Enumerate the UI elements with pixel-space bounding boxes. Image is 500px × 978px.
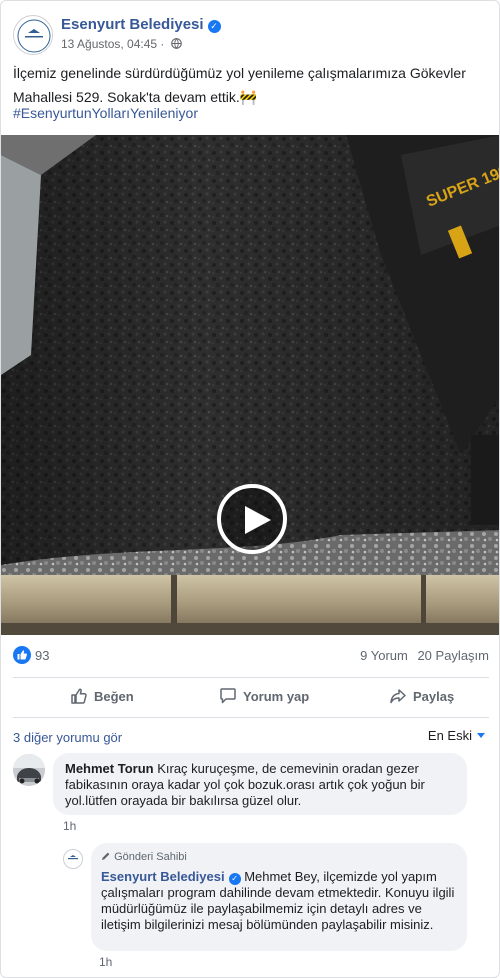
- reply-author[interactable]: Esenyurt Belediyesi: [101, 869, 225, 884]
- thumbs-up-icon: [71, 688, 87, 704]
- like-count[interactable]: 93: [35, 648, 49, 663]
- stats-right: 9 Yorum 20 Paylaşım: [354, 648, 489, 663]
- share-icon: [390, 689, 406, 704]
- like-reaction-icon: [13, 646, 31, 664]
- hashtag-link[interactable]: #EsenyurtunYollarıYenileniyor: [13, 105, 198, 121]
- pencil-icon: [102, 852, 110, 860]
- verified-badge-icon: ✓: [228, 873, 241, 885]
- post-header: Esenyurt Belediyesi ✓ 13 Ağustos, 04:45 ·: [13, 13, 483, 55]
- page-name-link[interactable]: Esenyurt Belediyesi ✓: [61, 16, 221, 33]
- reply-avatar[interactable]: [63, 849, 83, 869]
- reply-bubble: Gönderi Sahibi Esenyurt Belediyesi ✓ Mehm…: [91, 843, 467, 951]
- commenter-avatar[interactable]: [13, 754, 45, 786]
- comment-count[interactable]: 9 Yorum: [360, 648, 408, 663]
- comment-bubble: Mehmet Torun Kıraç kuruçeşme, de cemevin…: [53, 753, 467, 815]
- divider-bottom: [13, 717, 489, 718]
- like-label[interactable]: Beğen: [94, 689, 134, 704]
- comment-sort-dropdown[interactable]: En Eski: [428, 728, 485, 743]
- chevron-down-icon: [477, 733, 485, 738]
- verified-badge-icon: ✓: [207, 20, 221, 33]
- action-bar: Beğen Yorum yap Paylaş: [13, 678, 489, 716]
- share-button[interactable]: Paylaş: [389, 678, 454, 716]
- view-more-comments-link[interactable]: 3 diğer yorumu gör: [13, 730, 122, 745]
- engagement-stats: 93 9 Yorum 20 Paylaşım: [13, 645, 489, 667]
- reply-timestamp[interactable]: 1h: [99, 955, 112, 969]
- page-name[interactable]: Esenyurt Belediyesi: [61, 16, 204, 33]
- video-thumbnail: SUPER 1900-: [1, 135, 499, 635]
- facebook-post: Esenyurt Belediyesi ✓ 13 Ağustos, 04:45 ·…: [0, 0, 500, 978]
- page-logo-icon: [15, 17, 52, 54]
- comment-label[interactable]: Yorum yap: [243, 689, 309, 704]
- globe-icon: [170, 38, 182, 49]
- avatar-photo: [13, 754, 45, 786]
- sort-label[interactable]: En Eski: [428, 728, 472, 743]
- share-count[interactable]: 20 Paylaşım: [417, 648, 489, 663]
- comment-author[interactable]: Mehmet Torun: [65, 761, 154, 776]
- post-owner-label: Gönderi Sahibi: [114, 851, 187, 863]
- video-player[interactable]: SUPER 1900-: [1, 135, 499, 635]
- like-button[interactable]: Beğen: [70, 678, 134, 716]
- share-label[interactable]: Paylaş: [413, 689, 454, 704]
- comment-timestamp[interactable]: 1h: [63, 819, 76, 833]
- page-avatar[interactable]: [13, 15, 53, 55]
- post-meta: 13 Ağustos, 04:45 ·: [61, 37, 182, 51]
- post-caption: İlçemiz genelinde sürdürdüğümüz yol yeni…: [13, 65, 466, 105]
- meta-separator: ·: [160, 37, 165, 51]
- comment-icon: [220, 688, 236, 704]
- post-date[interactable]: 13 Ağustos, 04:45: [61, 37, 157, 51]
- page-logo-icon: [65, 851, 81, 867]
- comment-button[interactable]: Yorum yap: [219, 678, 309, 716]
- play-icon: [245, 506, 271, 534]
- post-owner-badge: Gönderi Sahibi: [101, 849, 457, 865]
- play-button[interactable]: [217, 484, 287, 554]
